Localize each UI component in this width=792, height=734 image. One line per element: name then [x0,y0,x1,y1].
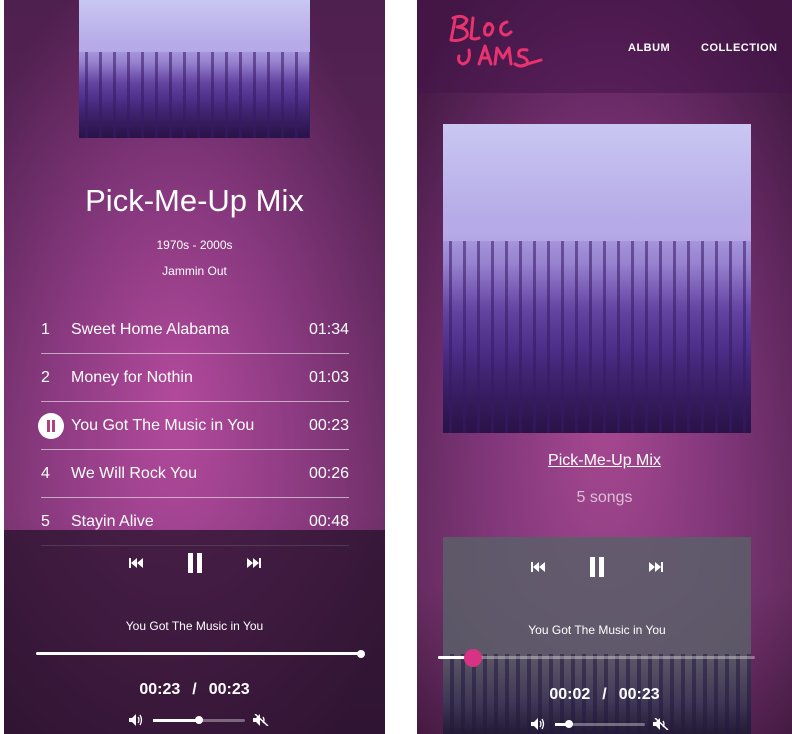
time-separator: / [602,686,607,703]
song-title: Sweet Home Alabama [71,320,230,338]
volume-control [129,714,269,726]
album-title-link[interactable]: Pick-Me-Up Mix [417,452,792,470]
volume-slider[interactable] [555,720,645,728]
player-bar: You Got The Music in You [443,537,751,734]
previous-button[interactable] [531,562,545,572]
song-duration: 00:26 [308,464,349,482]
album-label: Jammin Out [162,264,227,278]
seek-bar[interactable] [36,649,365,658]
album-title: Pick-Me-Up Mix [85,183,304,218]
volume-thumb[interactable] [195,716,203,724]
volume-icon[interactable] [129,714,145,726]
album-view-mobile: Pick-Me-Up Mix 1970s - 2000s Jammin Out … [4,0,385,734]
player-controls [443,556,751,578]
album-years: 1970s - 2000s [156,238,233,252]
pause-icon [187,553,202,573]
now-playing-title: You Got The Music in You [528,623,666,637]
song-title: Money for Nothin [71,368,193,386]
album-cover-art [443,124,751,433]
now-playing-title: You Got The Music in You [125,619,264,633]
time-separator: / [192,681,197,698]
song-title: Stayin Alive [71,512,154,530]
pause-button[interactable] [187,553,203,573]
current-time: 00:23 [139,681,181,698]
song-row[interactable]: 2 Money for Nothin 01:03 [41,354,349,402]
volume-slider[interactable] [153,716,245,724]
previous-icon [128,558,143,568]
volume-control [531,718,669,730]
seek-thumb[interactable] [463,648,482,667]
current-time: 00:02 [549,686,591,703]
navbar: ALBUM COLLECTION [417,0,792,93]
total-time: 00:23 [618,686,660,703]
bloc-jams-logo[interactable] [445,10,545,74]
song-duration: 01:03 [308,368,349,386]
song-number[interactable]: 2 [41,369,71,387]
player-bar: You Got The Music in You 00:23 / 00:23 [4,530,385,734]
song-duration: 01:34 [308,320,349,338]
time-display: 00:23 / 00:23 [4,681,385,699]
next-icon [246,558,261,568]
volume-thumb[interactable] [564,720,573,728]
nav-album-link[interactable]: ALBUM [628,42,670,54]
album-view-tablet: ALBUM COLLECTION Pick-Me-Up Mix 5 songs … [417,0,792,734]
song-row[interactable]: 1 Sweet Home Alabama 01:34 [41,306,349,354]
song-title: We Will Rock You [71,464,197,482]
song-number[interactable]: 5 [41,513,71,531]
mute-icon[interactable] [253,714,269,726]
song-duration: 00:23 [308,416,349,434]
pause-icon [590,557,604,577]
song-row-playing[interactable]: You Got The Music in You 00:23 [38,402,349,450]
mute-icon[interactable] [653,718,669,730]
pause-icon [47,419,55,432]
time-display: 00:02 / 00:23 [417,686,792,704]
previous-icon [531,562,545,572]
pause-button[interactable] [589,557,605,577]
nav-collection-link[interactable]: COLLECTION [701,42,778,54]
song-row[interactable]: 4 We Will Rock You 00:26 [41,450,349,498]
total-time: 00:23 [208,681,250,698]
album-cover-art [79,0,310,138]
song-list: 1 Sweet Home Alabama 01:34 2 Money for N… [38,306,349,546]
next-icon [649,562,663,572]
song-count: 5 songs [576,489,633,506]
seek-thumb[interactable] [357,649,365,658]
song-duration: 00:48 [308,512,349,530]
song-number[interactable]: 4 [41,465,71,483]
song-title: You Got The Music in You [71,416,255,434]
previous-button[interactable] [128,558,143,568]
player-controls [4,552,385,574]
next-button[interactable] [246,558,261,568]
seek-bar[interactable] [438,648,755,667]
pause-button[interactable] [38,412,64,439]
next-button[interactable] [649,562,663,572]
volume-icon[interactable] [531,718,547,730]
song-number[interactable]: 1 [41,321,71,339]
